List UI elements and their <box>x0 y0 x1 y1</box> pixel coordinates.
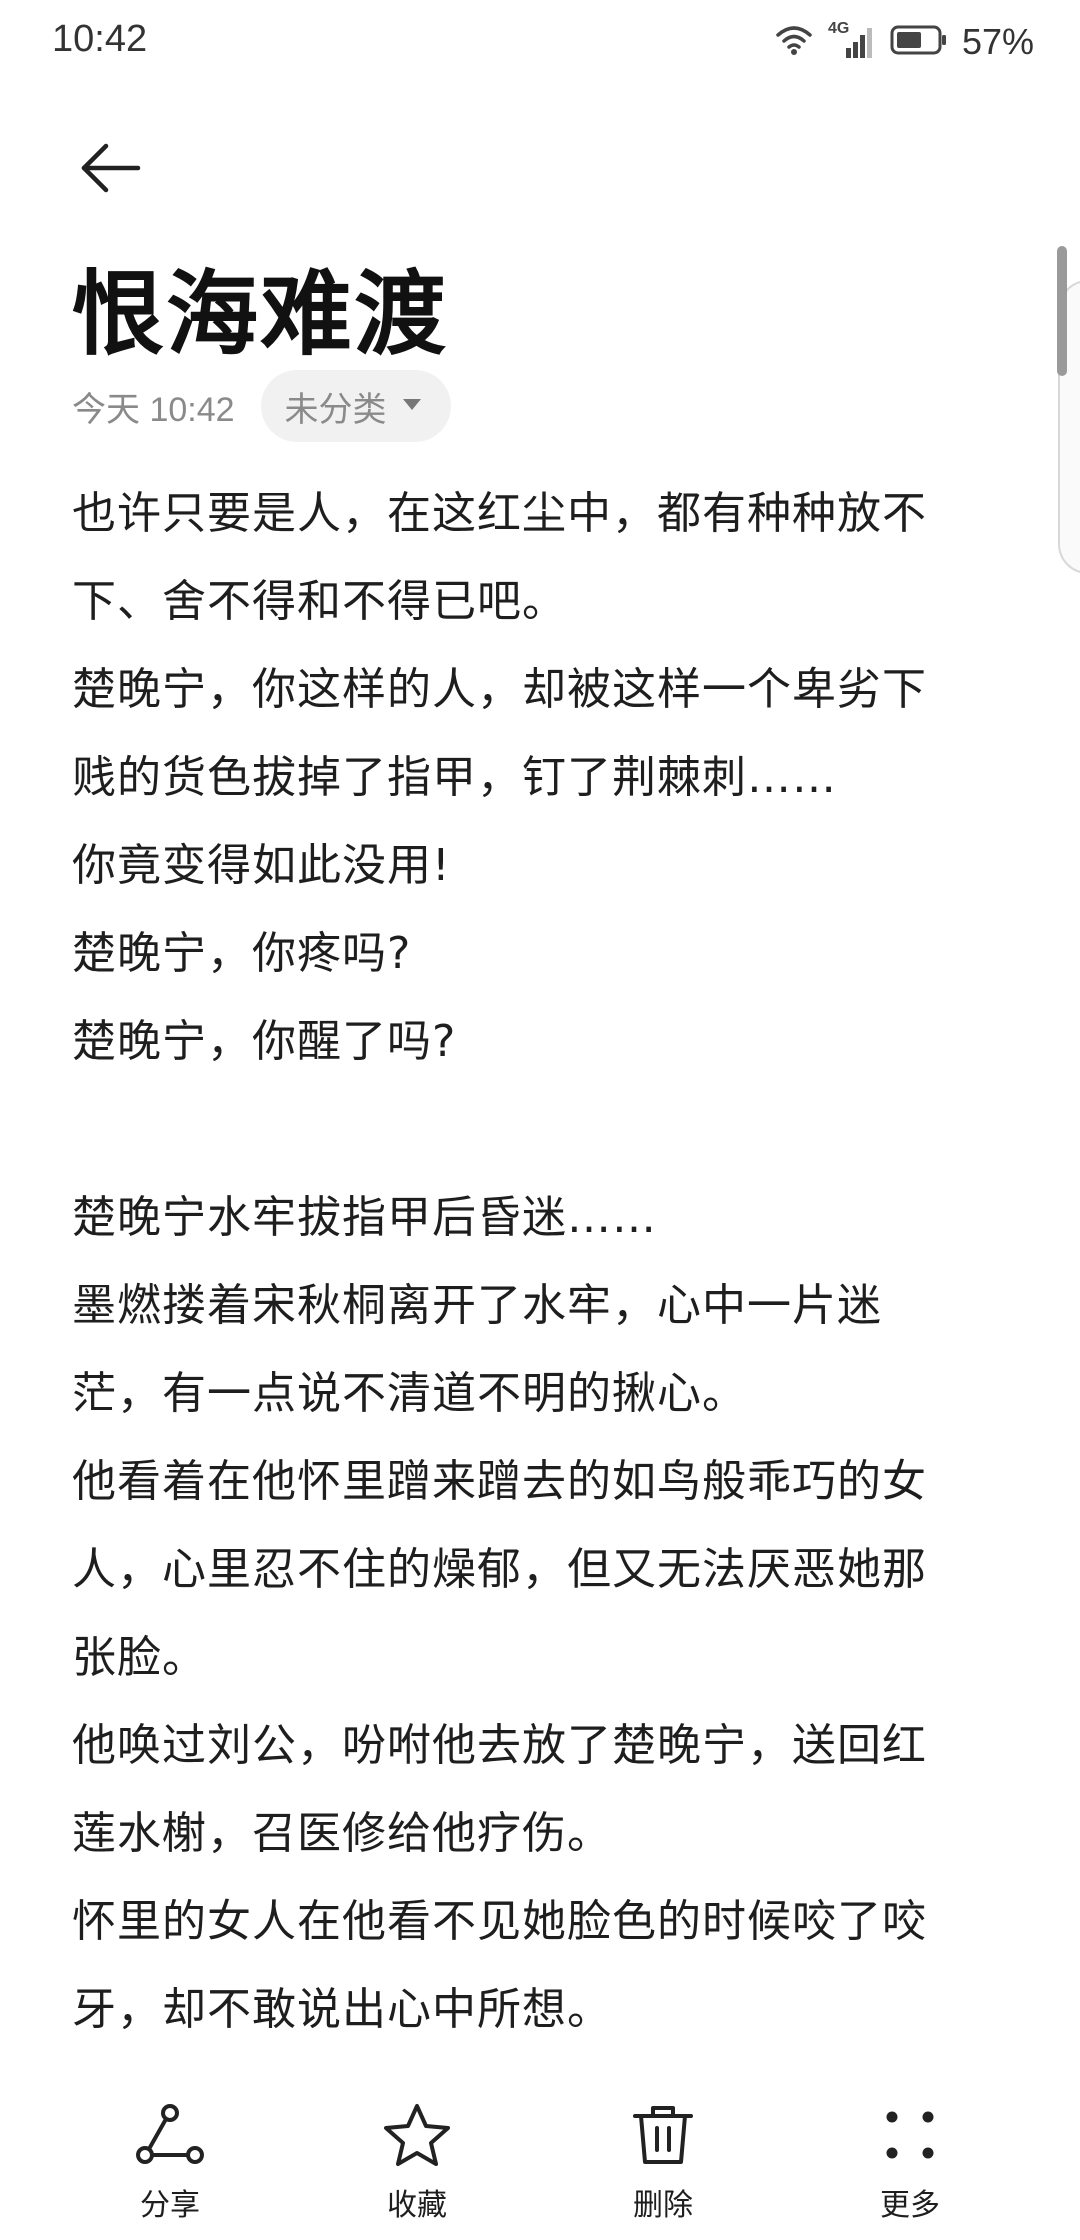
more-button[interactable]: 更多 <box>840 2100 980 2224</box>
note-title[interactable]: 恨海难渡 <box>72 240 448 373</box>
wifi-icon <box>774 23 814 61</box>
note-text-line: 怀里的女人在他看不见她脸色的时候咬了咬 <box>72 1896 927 1947</box>
note-text-line: 他看着在他怀里蹭来蹭去的如鸟般乖巧的女 <box>72 1456 927 1507</box>
favorite-label: 收藏 <box>387 2188 447 2223</box>
note-text-line: 牙，却不敢说出心中所想。 <box>72 1984 612 2035</box>
star-icon <box>382 2100 452 2170</box>
note-text-line: 楚晚宁，你这样的人，却被这样一个卑劣下 <box>72 664 927 715</box>
note-text-line: 张脸。 <box>72 1632 207 1683</box>
note-text-line: 人，心里忍不住的燥郁，但又无法厌恶她那 <box>72 1544 927 1595</box>
note-body[interactable]: 也许只要是人，在这红尘中，都有种种放不 下、舍不得和不得已吧。楚晚宁，你这样的人，… <box>72 470 1002 2055</box>
note-text-line: 楚晚宁水牢拔指甲后昏迷…… <box>72 1192 657 1243</box>
bottom-toolbar: 分享 收藏 删除 更多 <box>0 2070 1080 2240</box>
status-time: 10:42 <box>52 18 148 60</box>
delete-button[interactable]: 删除 <box>593 2100 733 2224</box>
note-text-line <box>72 1086 1002 1174</box>
delete-label: 删除 <box>633 2188 693 2223</box>
note-text-line: 楚晚宁，你疼吗? <box>72 928 412 979</box>
trash-icon <box>628 2100 698 2170</box>
note-text-line: 也许只要是人，在这红尘中，都有种种放不 <box>72 488 927 539</box>
share-button[interactable]: 分享 <box>100 2100 240 2224</box>
scrollbar-thumb[interactable] <box>1057 246 1067 376</box>
share-label: 分享 <box>140 2188 200 2223</box>
note-meta: 今天 10:42 未分类 <box>72 370 451 442</box>
battery-percentage: 57% <box>961 21 1034 62</box>
note-text-line: 他唤过刘公，吩咐他去放了楚晚宁，送回红 <box>72 1720 927 1771</box>
triangle-down-icon <box>401 396 423 416</box>
cellular-signal-icon: 4G <box>828 20 876 62</box>
note-text-line: 茫，有一点说不清道不明的揪心。 <box>72 1368 747 1419</box>
note-text-line: 你竟变得如此没用! <box>72 840 451 891</box>
note-text-line: 墨燃搂着宋秋桐离开了水牢，心中一片迷 <box>72 1280 882 1331</box>
back-button[interactable] <box>70 130 150 210</box>
category-label: 未分类 <box>284 389 387 430</box>
more-dots-icon <box>875 2100 945 2170</box>
note-text-line: 楚晚宁，你醒了吗? <box>72 1016 457 1067</box>
status-bar: 10:42 4G 57% <box>0 0 1080 84</box>
more-label: 更多 <box>880 2188 940 2223</box>
status-indicators: 4G 57% <box>774 18 1034 66</box>
note-text-line: 她还以为这次心愿能够达成，自己的富贵里 <box>72 2054 1002 2055</box>
arrow-left-icon <box>78 140 142 200</box>
category-dropdown[interactable]: 未分类 <box>260 370 451 442</box>
favorite-button[interactable]: 收藏 <box>347 2100 487 2224</box>
share-icon <box>135 2100 205 2170</box>
note-timestamp: 今天 10:42 <box>72 390 235 429</box>
note-text-line: 下、舍不得和不得已吧。 <box>72 576 567 627</box>
battery-icon <box>890 24 948 60</box>
note-text-line: 贱的货色拔掉了指甲，钉了荆棘刺…… <box>72 752 837 803</box>
note-text-line: 莲水榭，召医修给他疗伤。 <box>72 1808 612 1859</box>
